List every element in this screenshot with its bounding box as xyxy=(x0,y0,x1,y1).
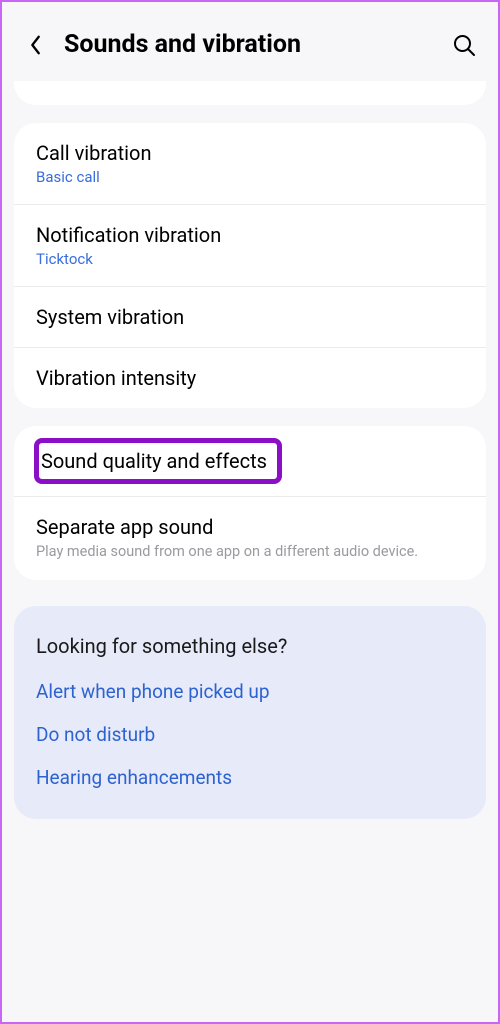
back-icon[interactable] xyxy=(22,31,50,59)
row-title: Call vibration xyxy=(36,141,464,165)
row-subtitle: Ticktock xyxy=(36,250,464,268)
header: Sounds and vibration xyxy=(2,2,498,81)
sound-quality-row[interactable]: Sound quality and effects xyxy=(14,426,486,496)
row-title: Sound quality and effects xyxy=(41,449,267,473)
search-icon[interactable] xyxy=(450,31,478,59)
row-title: System vibration xyxy=(36,305,464,329)
top-card-edge xyxy=(14,81,486,105)
row-subtitle: Basic call xyxy=(36,168,464,186)
link-alert-phone-picked-up[interactable]: Alert when phone picked up xyxy=(36,680,464,703)
row-title: Vibration intensity xyxy=(36,366,464,390)
system-vibration-row[interactable]: System vibration xyxy=(14,286,486,347)
call-vibration-row[interactable]: Call vibration Basic call xyxy=(14,123,486,204)
link-hearing-enhancements[interactable]: Hearing enhancements xyxy=(36,766,464,789)
separate-app-sound-row[interactable]: Separate app sound Play media sound from… xyxy=(14,496,486,580)
related-links-card: Looking for something else? Alert when p… xyxy=(14,606,486,819)
link-do-not-disturb[interactable]: Do not disturb xyxy=(36,723,464,746)
notification-vibration-row[interactable]: Notification vibration Ticktock xyxy=(14,204,486,286)
page-title: Sounds and vibration xyxy=(64,30,436,59)
vibration-settings-card: Call vibration Basic call Notification v… xyxy=(14,123,486,408)
vibration-intensity-row[interactable]: Vibration intensity xyxy=(14,347,486,408)
highlight-annotation: Sound quality and effects xyxy=(34,438,282,484)
sound-settings-card: Sound quality and effects Separate app s… xyxy=(14,426,486,580)
row-description: Play media sound from one app on a diffe… xyxy=(36,542,464,562)
row-title: Notification vibration xyxy=(36,223,464,247)
info-title: Looking for something else? xyxy=(36,634,464,658)
row-title: Separate app sound xyxy=(36,515,464,539)
